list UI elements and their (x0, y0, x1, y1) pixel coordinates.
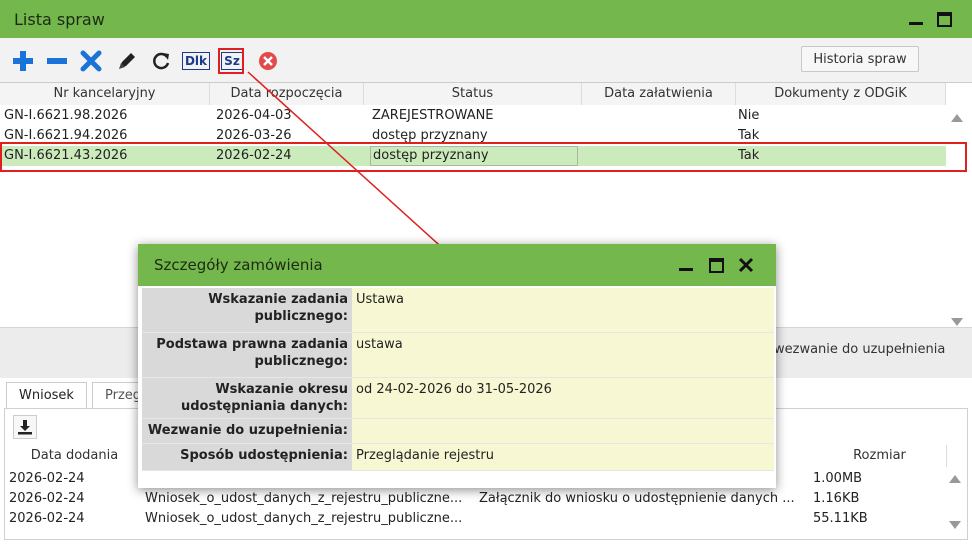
cell-size: 1.00MB (813, 471, 863, 486)
window-title: Lista spraw (14, 9, 105, 29)
cell-status: ZAREJESTROWANE (372, 108, 494, 123)
field-value: ustawa (352, 333, 774, 377)
col-header-status[interactable]: Status (364, 83, 582, 105)
dialog-close-button[interactable] (736, 255, 756, 275)
col-header-nr[interactable]: Nr kancelaryjny (0, 83, 210, 105)
field-value (352, 419, 774, 443)
field-value: Przeglądanie rejestru (352, 444, 774, 470)
refresh-icon (153, 52, 170, 70)
edit-button[interactable] (114, 50, 140, 72)
scroll-up-icon (949, 475, 961, 483)
dialog-title: Szczegóły zamówienia (154, 256, 323, 274)
field-row-legal-basis: Podstawa prawna zadania publicznego: ust… (142, 333, 774, 378)
field-label: Wezwanie do uzupełnienia: (142, 419, 352, 443)
cell-start-date: 2026-04-03 (216, 108, 292, 123)
dialog-fields: Wskazanie zadania publicznego: Ustawa Po… (142, 288, 774, 471)
cell-description (479, 509, 809, 529)
table-row[interactable]: 2026-02-24 Wniosek_o_udost_danych_z_reje… (5, 509, 945, 529)
table-row[interactable]: GN-I.6621.98.2026 2026-04-03 ZAREJESTROW… (0, 106, 946, 126)
order-details-dialog: Szczegóły zamówienia Wskazanie zadania p… (138, 244, 776, 488)
col-header-added-date[interactable]: Data dodania (5, 445, 145, 467)
dialog-maximize-button[interactable] (706, 255, 726, 275)
cell-file-name: Wniosek_o_udost_danych_z_rejestru_public… (145, 511, 463, 526)
plus-icon (13, 51, 33, 71)
call-to-supplement-text[interactable]: wezwanie do uzupełnienia (774, 342, 945, 357)
pencil-icon (119, 53, 135, 69)
col-header-settle-date[interactable]: Data załatwienia (582, 83, 736, 105)
remove-button[interactable] (44, 50, 70, 72)
cell-size: 1.16KB (813, 491, 860, 506)
field-row-call-to-supplement: Wezwanie do uzupełnienia: (142, 419, 774, 444)
field-row-public-task: Wskazanie zadania publicznego: Ustawa (142, 288, 774, 333)
dlk-button[interactable]: Dlk (181, 50, 211, 72)
dialog-minimize-button[interactable] (676, 255, 696, 275)
scroll-up-icon (951, 114, 963, 122)
field-row-sharing-method: Sposób udostępnienia: Przeglądanie rejes… (142, 444, 774, 471)
delete-button[interactable] (78, 50, 104, 72)
close-icon (738, 257, 754, 273)
download-button[interactable] (13, 415, 37, 439)
table-row[interactable]: 2026-02-24 Wniosek_o_udost_danych_z_reje… (5, 489, 945, 509)
cell-size: 55.11KB (813, 511, 868, 526)
add-button[interactable] (10, 50, 36, 72)
scroll-down-icon (949, 521, 961, 529)
dialog-titlebar: Szczegóły zamówienia (138, 244, 776, 286)
cell-nr: GN-I.6621.98.2026 (4, 108, 128, 123)
cell-date: 2026-02-24 (9, 511, 85, 526)
field-label: Wskazanie zadania publicznego: (142, 288, 352, 332)
cell-date: 2026-02-24 (9, 491, 85, 506)
download-icon (18, 420, 32, 435)
field-value: od 24-02-2026 do 31-05-2026 (352, 378, 774, 418)
scrollbar-vertical[interactable] (948, 106, 966, 326)
minus-icon (47, 58, 67, 64)
dlk-label: Dlk (181, 52, 211, 70)
field-label: Podstawa prawna zadania publicznego: (142, 333, 352, 377)
field-label: Wskazanie okresu udostępniania danych: (142, 378, 352, 418)
cell-file-name: Wniosek_o_udost_danych_z_rejestru_public… (145, 491, 463, 506)
cell-settle-date (588, 106, 728, 126)
cancel-button[interactable] (256, 50, 280, 72)
cell-description: Załącznik do wniosku o udostępnienie dan… (479, 491, 795, 506)
maximize-button[interactable] (934, 9, 954, 29)
col-header-start-date[interactable]: Data rozpoczęcia (210, 83, 364, 105)
sz-highlight-box (218, 48, 244, 74)
col-header-size[interactable]: Rozmiar (813, 445, 947, 467)
cell-odgik: Nie (738, 108, 760, 123)
tab-wniosek[interactable]: Wniosek (6, 382, 87, 409)
cancel-circle-icon (259, 52, 277, 70)
field-row-period: Wskazanie okresu udostępniania danych: o… (142, 378, 774, 419)
window-titlebar: Lista spraw (0, 0, 972, 38)
field-label: Sposób udostępnienia: (142, 444, 352, 470)
minimize-button[interactable] (906, 9, 926, 29)
row-highlight-box (0, 142, 967, 172)
cell-date: 2026-02-24 (9, 471, 85, 486)
field-value: Ustawa (352, 288, 774, 332)
cross-icon (80, 50, 102, 72)
col-header-odgik-docs[interactable]: Dokumenty z ODGiK (736, 83, 946, 105)
history-button[interactable]: Historia spraw (801, 46, 919, 72)
files-scrollbar[interactable] (947, 469, 963, 535)
refresh-button[interactable] (148, 50, 174, 72)
